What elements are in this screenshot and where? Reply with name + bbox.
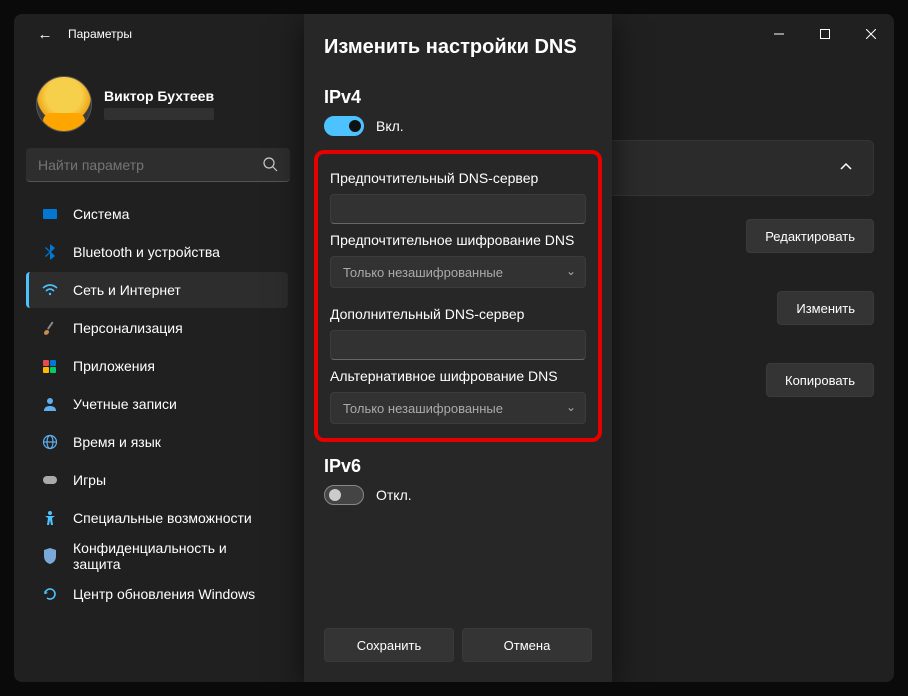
nav-item-privacy[interactable]: Конфиденциальность и защита xyxy=(26,538,288,574)
ipv6-toggle-label: Откл. xyxy=(376,487,412,503)
nav-label: Персонализация xyxy=(73,320,183,336)
nav-item-time-language[interactable]: Время и язык xyxy=(26,424,288,460)
app-title: Параметры xyxy=(68,27,132,41)
change-button[interactable]: Изменить xyxy=(777,291,874,325)
nav-item-apps[interactable]: Приложения xyxy=(26,348,288,384)
alt-dns-label: Дополнительный DNS-сервер xyxy=(330,306,586,322)
chevron-up-icon xyxy=(839,160,853,177)
ipv4-toggle-row: Вкл. xyxy=(324,116,592,136)
nav-label: Bluetooth и устройства xyxy=(73,244,220,260)
nav-item-system[interactable]: Система xyxy=(26,196,288,232)
ipv4-toggle-label: Вкл. xyxy=(376,118,404,134)
window-controls xyxy=(756,14,894,54)
dialog-title: Изменить настройки DNS xyxy=(324,36,592,59)
nav-label: Центр обновления Windows xyxy=(73,586,255,602)
user-icon xyxy=(41,395,59,413)
cancel-button[interactable]: Отмена xyxy=(462,628,592,662)
avatar xyxy=(36,76,92,132)
minimize-button[interactable] xyxy=(756,14,802,54)
ipv6-heading: IPv6 xyxy=(324,456,592,477)
user-name: Виктор Бухтеев xyxy=(104,88,214,104)
nav-item-accounts[interactable]: Учетные записи xyxy=(26,386,288,422)
bluetooth-icon xyxy=(41,243,59,261)
close-button[interactable] xyxy=(848,14,894,54)
nav-label: Система xyxy=(73,206,129,222)
nav-list: Система Bluetooth и устройства Сеть и Ин… xyxy=(22,194,294,612)
highlight-box: Предпочтительный DNS-сервер Предпочтител… xyxy=(314,150,602,442)
ipv4-heading: IPv4 xyxy=(324,87,592,108)
user-block[interactable]: Виктор Бухтеев xyxy=(22,72,294,148)
alt-encryption-select[interactable]: Только незашифрованные xyxy=(330,392,586,424)
nav-item-accessibility[interactable]: Специальные возможности xyxy=(26,500,288,536)
nav-label: Игры xyxy=(73,472,106,488)
wifi-icon xyxy=(41,281,59,299)
brush-icon xyxy=(41,319,59,337)
search-input[interactable] xyxy=(26,148,290,182)
nav-item-gaming[interactable]: Игры xyxy=(26,462,288,498)
nav-item-personalization[interactable]: Персонализация xyxy=(26,310,288,346)
ipv6-toggle[interactable] xyxy=(324,485,364,505)
save-button[interactable]: Сохранить xyxy=(324,628,454,662)
preferred-dns-label: Предпочтительный DNS-сервер xyxy=(330,170,586,186)
copy-button[interactable]: Копировать xyxy=(766,363,874,397)
nav-item-bluetooth[interactable]: Bluetooth и устройства xyxy=(26,234,288,270)
globe-icon xyxy=(41,433,59,451)
nav-label: Приложения xyxy=(73,358,155,374)
settings-window: ← Параметры Виктор Бухтеев xyxy=(14,14,894,682)
apps-icon xyxy=(41,357,59,375)
accessibility-icon xyxy=(41,509,59,527)
preferred-encryption-select[interactable]: Только незашифрованные xyxy=(330,256,586,288)
nav-label: Время и язык xyxy=(73,434,161,450)
preferred-dns-input[interactable] xyxy=(330,194,586,224)
system-icon xyxy=(41,205,59,223)
user-subtext xyxy=(104,108,214,120)
gamepad-icon xyxy=(41,471,59,489)
left-column: Виктор Бухтеев Система Bluetooth и ус xyxy=(14,64,302,620)
shield-icon xyxy=(41,547,59,565)
nav-label: Специальные возможности xyxy=(73,510,252,526)
search-container xyxy=(22,148,294,194)
edit-button[interactable]: Редактировать xyxy=(746,219,874,253)
nav-item-windows-update[interactable]: Центр обновления Windows xyxy=(26,576,288,612)
ipv6-toggle-row: Откл. xyxy=(324,485,592,505)
alt-dns-input[interactable] xyxy=(330,330,586,360)
update-icon xyxy=(41,585,59,603)
nav-label: Сеть и Интернет xyxy=(73,282,181,298)
nav-item-network[interactable]: Сеть и Интернет xyxy=(26,272,288,308)
nav-label: Конфиденциальность и защита xyxy=(73,540,276,572)
maximize-button[interactable] xyxy=(802,14,848,54)
dialog-footer: Сохранить Отмена xyxy=(304,616,612,682)
dns-settings-dialog: Изменить настройки DNS IPv4 Вкл. Предпоч… xyxy=(304,14,612,682)
preferred-encryption-label: Предпочтительное шифрование DNS xyxy=(330,232,586,248)
ipv4-toggle[interactable] xyxy=(324,116,364,136)
back-button[interactable]: ← xyxy=(30,26,60,43)
nav-label: Учетные записи xyxy=(73,396,177,412)
alt-encryption-label: Альтернативное шифрование DNS xyxy=(330,368,586,384)
